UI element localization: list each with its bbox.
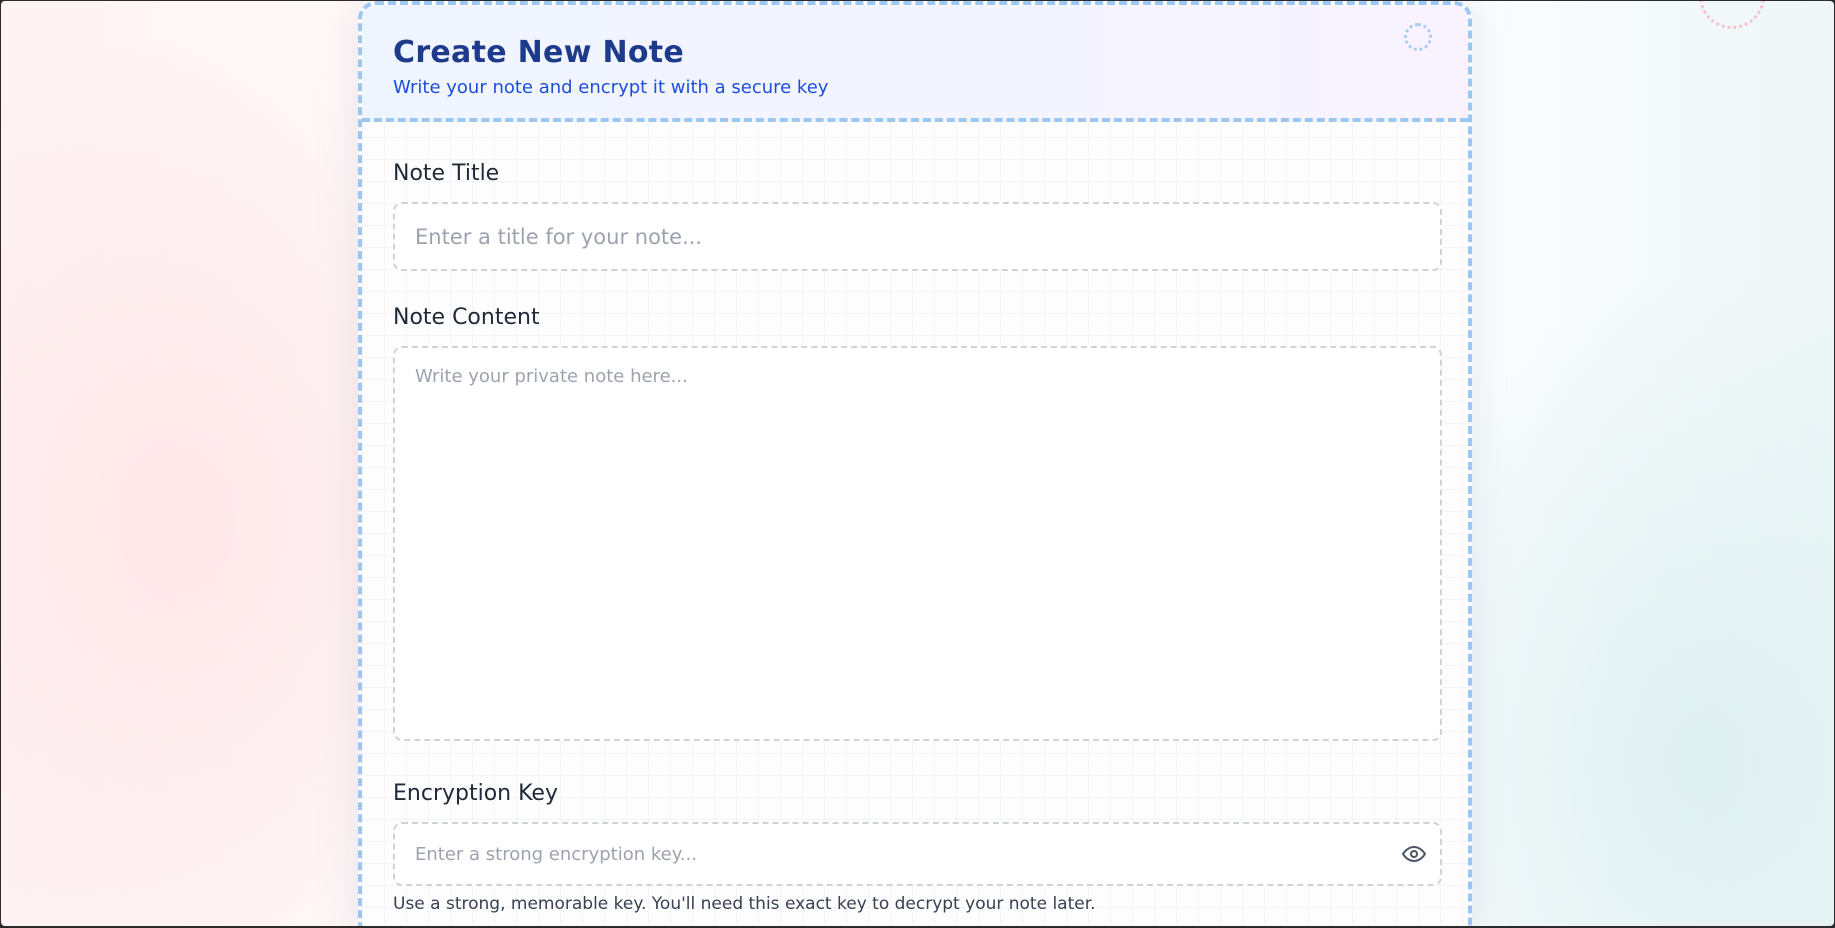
eye-icon [1402, 846, 1426, 862]
note-title-label: Note Title [393, 161, 500, 186]
note-content-textarea[interactable] [393, 346, 1442, 741]
note-content-label: Note Content [393, 305, 540, 330]
decorative-circle [1699, 1, 1765, 29]
encryption-key-hint: Use a strong, memorable key. You'll need… [393, 894, 1096, 914]
encryption-key-label: Encryption Key [393, 781, 558, 806]
create-note-card: Create New Note Write your note and encr… [358, 1, 1472, 926]
toggle-key-visibility-button[interactable] [1400, 840, 1428, 868]
loading-spinner-icon [1404, 23, 1432, 51]
note-title-input[interactable] [393, 202, 1442, 271]
page-subtitle: Write your note and encrypt it with a se… [393, 77, 829, 98]
encryption-key-field [393, 822, 1442, 886]
card-header: Create New Note Write your note and encr… [362, 5, 1468, 122]
encryption-key-input[interactable] [393, 822, 1442, 886]
page-background: Create New Note Write your note and encr… [1, 1, 1834, 926]
page-title: Create New Note [393, 35, 685, 70]
